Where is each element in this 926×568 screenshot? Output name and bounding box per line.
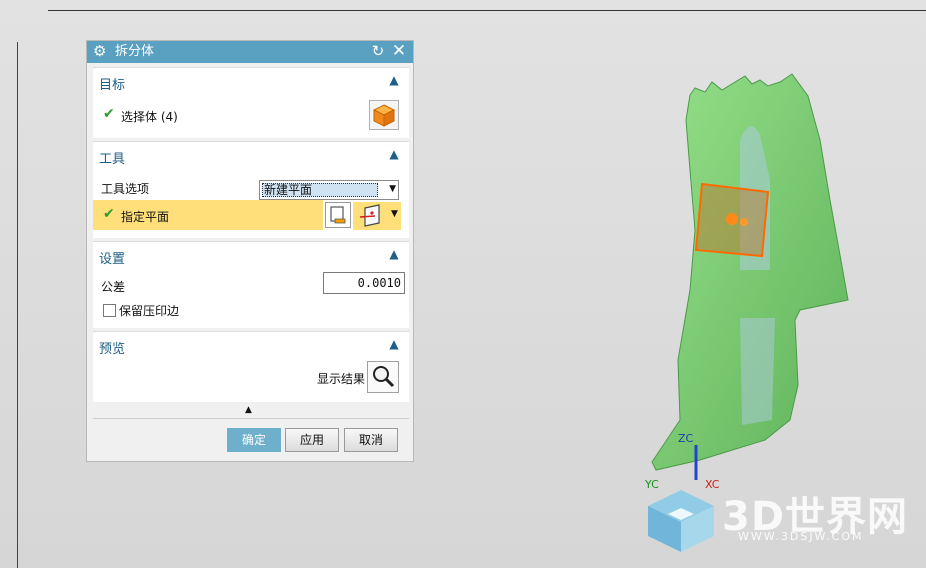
dialog-titlebar: ⚙ 拆分体 ↻ ✕ <box>87 41 413 63</box>
reset-icon[interactable]: ↻ <box>370 43 386 59</box>
inferred-plane-icon <box>359 204 380 227</box>
tolerance-label: 公差 <box>101 280 126 294</box>
chevron-up-icon[interactable]: ▲ <box>387 73 401 87</box>
settings-header[interactable]: 设置 <box>99 248 125 267</box>
target-section: 目标 ▲ ✔ 选择体 (4) <box>93 67 409 138</box>
preview-section: 预览 ▲ 显示结果 <box>93 331 409 402</box>
close-icon[interactable]: ✕ <box>391 42 407 60</box>
specify-plane-row[interactable]: ✔ 指定平面 <box>93 200 323 230</box>
split-body-dialog: ⚙ 拆分体 ↻ ✕ 目标 ▲ ✔ 选择体 (4) 工具 ▲ 工具选项 新建平面 … <box>86 40 414 462</box>
separator <box>93 418 409 419</box>
collapse-triangle-icon[interactable]: ▲ <box>245 405 252 415</box>
plane-dialog-icon <box>330 206 346 224</box>
tolerance-input[interactable]: 0.0010 <box>323 272 405 294</box>
tool-option-label: 工具选项 <box>101 182 150 196</box>
checkmark-icon: ✔ <box>103 106 115 122</box>
zc-axis-label: ZC <box>678 432 694 445</box>
magnifier-icon <box>373 366 395 388</box>
gear-icon[interactable]: ⚙ <box>93 43 109 59</box>
viewport-left-border <box>17 42 18 568</box>
tool-section: 工具 ▲ 工具选项 新建平面 ▼ ✔ 指定平面 ▼ <box>93 141 409 238</box>
target-header[interactable]: 目标 <box>99 74 125 93</box>
chevron-up-icon[interactable]: ▲ <box>387 337 401 351</box>
checkmark-icon: ✔ <box>103 206 115 222</box>
show-result-label: 显示结果 <box>317 372 366 386</box>
plane-dialog-button[interactable] <box>325 202 351 228</box>
watermark-url: WWW.3DSJW.COM <box>738 530 864 543</box>
specify-plane-label: 指定平面 <box>121 210 170 224</box>
keep-imprint-label: 保留压印边 <box>119 304 180 318</box>
viewport-top-border <box>48 10 926 11</box>
apply-button[interactable]: 应用 <box>285 428 339 452</box>
dialog-title: 拆分体 <box>115 44 155 59</box>
part-model[interactable] <box>600 60 900 480</box>
cancel-button[interactable]: 取消 <box>344 428 398 452</box>
tool-header[interactable]: 工具 <box>99 148 125 167</box>
select-body-button[interactable] <box>369 100 399 130</box>
dropdown-arrow-icon[interactable]: ▼ <box>391 209 398 219</box>
chevron-up-icon[interactable]: ▲ <box>387 147 401 161</box>
tool-option-value: 新建平面 <box>262 183 378 197</box>
dropdown-arrow-icon[interactable]: ▼ <box>389 184 396 194</box>
plane-inferred-dropdown[interactable]: ▼ <box>353 202 401 230</box>
keep-imprint-checkbox[interactable] <box>103 304 116 317</box>
solid-body-icon <box>372 104 396 127</box>
watermark-cube-icon <box>648 490 714 552</box>
settings-section: 设置 ▲ 公差 0.0010 保留压印边 <box>93 241 409 328</box>
preview-header[interactable]: 预览 <box>99 338 125 357</box>
tool-option-select[interactable]: 新建平面 ▼ <box>259 180 399 200</box>
ok-button[interactable]: 确定 <box>227 428 281 452</box>
chevron-up-icon[interactable]: ▲ <box>387 247 401 261</box>
select-body-label[interactable]: 选择体 (4) <box>121 108 178 125</box>
show-result-button[interactable] <box>367 361 399 393</box>
